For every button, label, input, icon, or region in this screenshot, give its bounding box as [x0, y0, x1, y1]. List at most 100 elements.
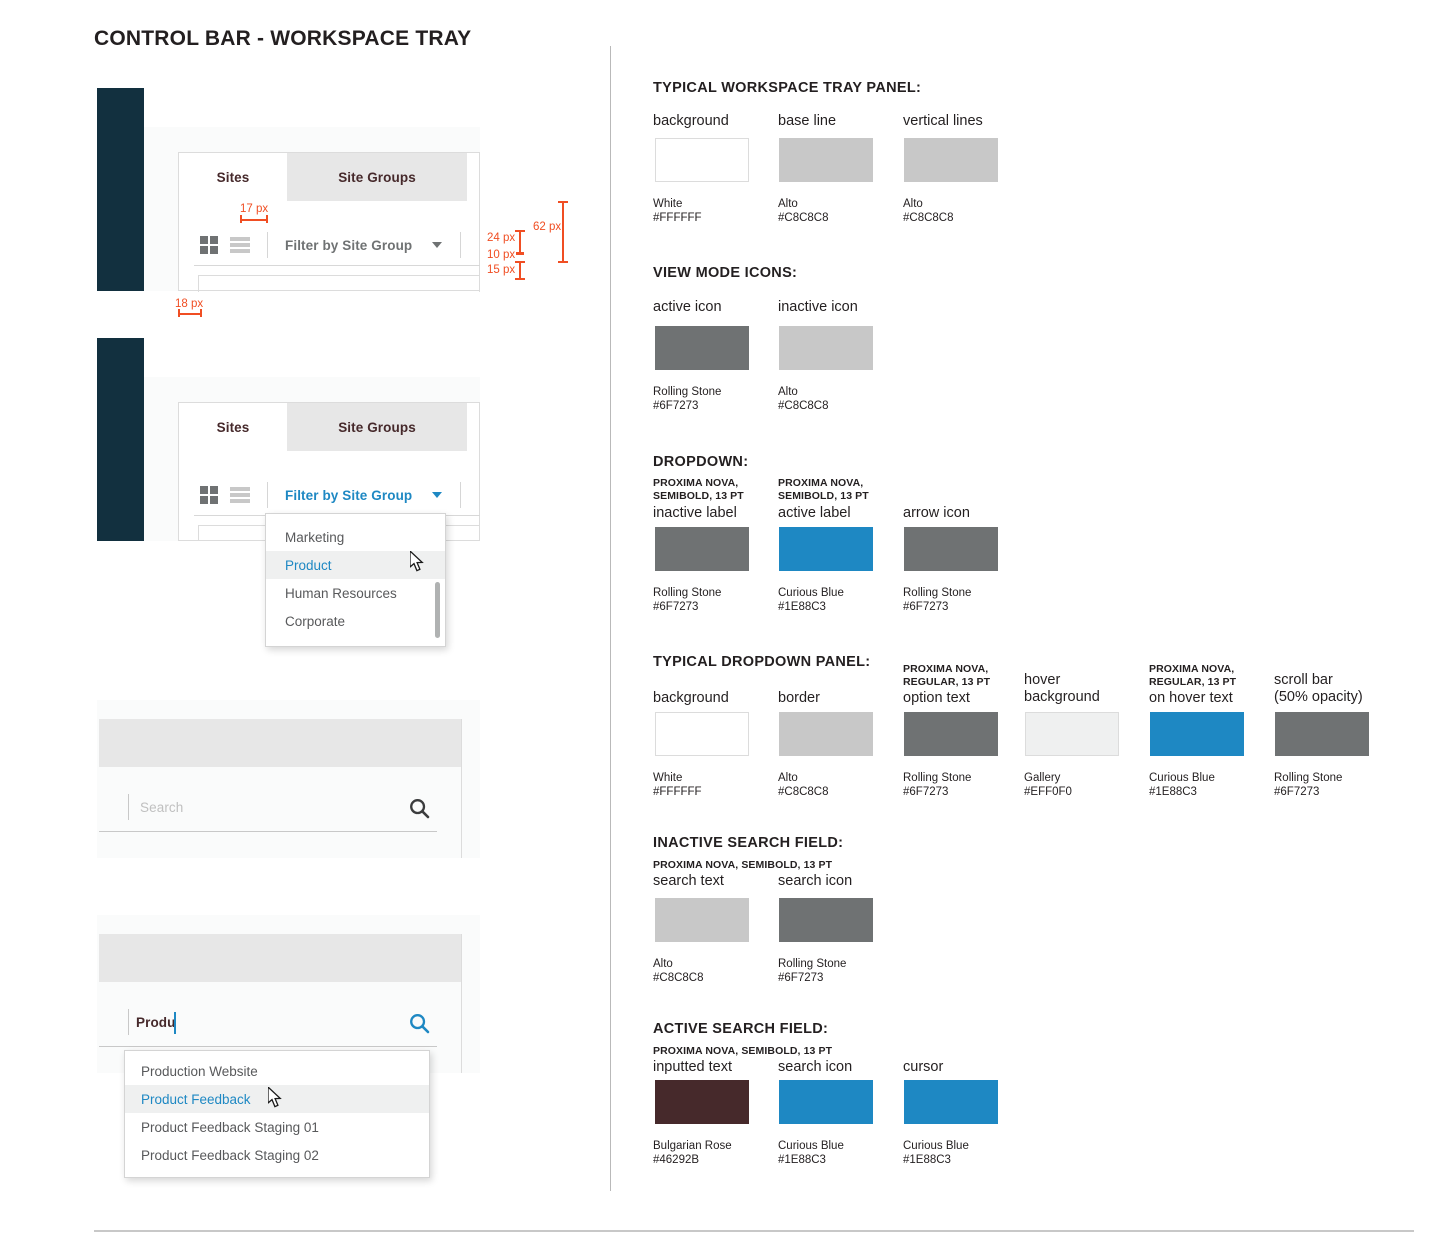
dimension-18px-cap-right	[200, 309, 202, 317]
search-field-outline	[198, 275, 480, 292]
spec-section-title: DROPDOWN:	[653, 454, 749, 470]
spec-color-name: Rolling Stone	[903, 772, 972, 784]
color-swatch	[779, 1080, 873, 1124]
spec-font-note: PROXIMA NOVA, REGULAR, 13 PT	[903, 663, 991, 688]
mouse-cursor-icon	[410, 551, 424, 572]
spec-item-label: cursor	[903, 1059, 944, 1075]
control-row: Filter by Site Group	[200, 482, 462, 508]
dimension-62px-rule	[562, 201, 564, 263]
tab-sites[interactable]: Sites	[179, 403, 287, 451]
spec-color-hex: #6F7273	[903, 786, 949, 798]
dimension-18px-rule	[178, 313, 202, 315]
filter-dropdown-label[interactable]: Filter by Site Group	[285, 488, 412, 503]
search-placeholder: Search	[140, 800, 184, 815]
dropdown-option[interactable]: Human Resources	[266, 579, 445, 607]
spec-item-label: inputted text	[653, 1059, 732, 1075]
spec-color-name: Rolling Stone	[653, 386, 722, 398]
spec-color-name: Gallery	[1024, 772, 1061, 784]
search-icon[interactable]	[409, 798, 430, 819]
list-view-icon[interactable]	[230, 237, 250, 253]
spec-color-name: Rolling Stone	[903, 587, 972, 599]
dimension-17px: 17 px	[240, 203, 269, 215]
chevron-down-icon[interactable]	[432, 492, 443, 498]
grid-view-icon[interactable]	[200, 236, 218, 254]
spec-color-name: Rolling Stone	[653, 587, 722, 599]
dimension-24px-rule	[519, 230, 521, 254]
spec-color-hex: #6F7273	[778, 972, 824, 984]
color-swatch	[779, 138, 873, 182]
spec-color-name: Rolling Stone	[778, 958, 847, 970]
spec-color-hex: #FFFFFF	[653, 212, 702, 224]
dimension-24px: 24 px	[487, 232, 516, 244]
spec-color-hex: #C8C8C8	[653, 972, 704, 984]
spec-item-label: active label	[778, 505, 851, 521]
color-swatch	[655, 527, 749, 571]
spec-color-hex: #FFFFFF	[653, 786, 702, 798]
list-view-icon[interactable]	[230, 487, 250, 503]
dimension-62px: 62 px	[533, 221, 562, 233]
dimension-18px-cap-left	[178, 309, 180, 317]
spec-color-name: Alto	[778, 198, 798, 210]
color-swatch	[655, 1080, 749, 1124]
search-result-item[interactable]: Product Feedback Staging 02	[125, 1141, 429, 1169]
spec-item-label: search icon	[778, 1059, 853, 1075]
search-input-value[interactable]: Produ	[136, 1015, 176, 1030]
color-swatch	[779, 326, 873, 370]
search-icon[interactable]	[409, 1013, 430, 1034]
search-result-item[interactable]: Product Feedback Staging 01	[125, 1113, 429, 1141]
spec-item-label: background	[653, 690, 729, 706]
search-field-tick	[128, 794, 129, 820]
control-base-line	[194, 265, 480, 266]
spec-color-name: Curious Blue	[778, 587, 844, 599]
spec-color-hex: #1E88C3	[778, 1154, 826, 1166]
search-base-line	[99, 831, 437, 832]
nav-rail	[97, 88, 144, 291]
spec-font-note: PROXIMA NOVA, SEMIBOLD, 13 PT	[653, 477, 744, 502]
spec-item-label: border	[778, 690, 820, 706]
tab-site-groups[interactable]: Site Groups	[287, 403, 467, 451]
spec-item-label: inactive icon	[778, 299, 858, 315]
spec-color-name: Alto	[778, 772, 798, 784]
tray-panel-edge	[99, 719, 462, 858]
dimension-10px-marker	[516, 252, 524, 255]
color-swatch	[655, 712, 749, 756]
spec-color-hex: #C8C8C8	[903, 212, 954, 224]
dimension-17px-cap-right	[266, 215, 268, 223]
dropdown-option[interactable]: Marketing	[266, 523, 445, 551]
tab-site-groups[interactable]: Site Groups	[287, 153, 467, 201]
spec-section-title: TYPICAL WORKSPACE TRAY PANEL:	[653, 80, 922, 96]
color-swatch	[779, 712, 873, 756]
spec-item-label: vertical lines	[903, 113, 983, 129]
spec-color-hex: #C8C8C8	[778, 400, 829, 412]
color-swatch	[904, 138, 998, 182]
tab-sites[interactable]: Sites	[179, 153, 287, 201]
search-result-item[interactable]: Production Website	[125, 1057, 429, 1085]
grid-view-icon[interactable]	[200, 486, 218, 504]
spec-color-hex: #C8C8C8	[778, 212, 829, 224]
color-swatch	[1150, 712, 1244, 756]
text-cursor	[174, 1012, 176, 1034]
spec-color-hex: #6F7273	[903, 601, 949, 613]
dropdown-scrollbar[interactable]	[435, 582, 440, 638]
search-field-tick	[128, 1009, 129, 1035]
dimension-15px: 15 px	[487, 264, 516, 276]
spec-item-label: option text	[903, 690, 970, 706]
color-swatch	[1025, 712, 1119, 756]
control-divider-left	[267, 232, 268, 258]
page-title: CONTROL BAR - WORKSPACE TRAY	[94, 27, 472, 50]
nav-rail	[97, 338, 144, 541]
dimension-10px: 10 px	[487, 249, 516, 261]
spec-item-label: scroll bar (50% opacity)	[1274, 672, 1363, 705]
dimension-15px-cap-top	[515, 261, 525, 263]
dropdown-option[interactable]: Corporate	[266, 607, 445, 635]
filter-dropdown-label[interactable]: Filter by Site Group	[285, 238, 412, 253]
dimension-62px-cap-top	[558, 201, 568, 203]
chevron-down-icon[interactable]	[432, 242, 443, 248]
spec-color-hex: #6F7273	[653, 400, 699, 412]
color-swatch	[904, 712, 998, 756]
spec-color-hex: #46292B	[653, 1154, 700, 1166]
color-swatch	[779, 527, 873, 571]
spec-item-label: hover background	[1024, 672, 1100, 705]
spec-color-name: Alto	[778, 386, 798, 398]
spec-section-title: VIEW MODE ICONS:	[653, 265, 798, 281]
